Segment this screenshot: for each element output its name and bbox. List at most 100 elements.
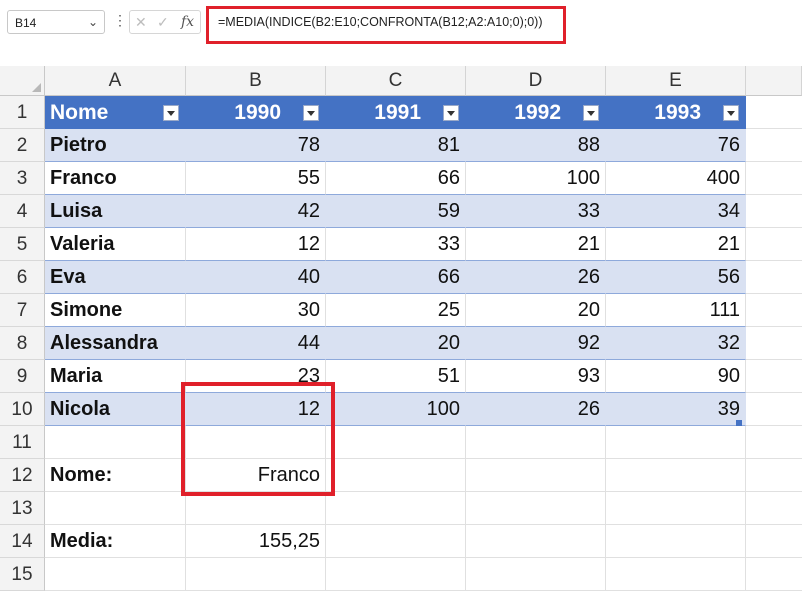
empty-cell[interactable] bbox=[45, 558, 186, 591]
worksheet-grid[interactable]: A B C D E 1 2 3 4 5 6 7 8 9 10 11 12 13 14 15 Nome 1990 1991 19… bbox=[0, 66, 802, 591]
empty-cell[interactable] bbox=[326, 459, 466, 492]
empty-cell[interactable] bbox=[606, 492, 746, 525]
empty-cell[interactable] bbox=[746, 162, 802, 195]
table-cell[interactable]: 39 bbox=[606, 393, 746, 426]
empty-cell[interactable] bbox=[746, 129, 802, 162]
table-cell[interactable]: Luisa bbox=[45, 195, 186, 228]
table-cell[interactable]: 25 bbox=[326, 294, 466, 327]
empty-cell[interactable] bbox=[466, 558, 606, 591]
filter-dropdown-icon[interactable] bbox=[303, 105, 319, 121]
row-header-14[interactable]: 14 bbox=[0, 525, 45, 558]
row-header-15[interactable]: 15 bbox=[0, 558, 45, 591]
table-cell[interactable]: 20 bbox=[326, 327, 466, 360]
empty-cell[interactable] bbox=[326, 558, 466, 591]
table-cell[interactable]: Simone bbox=[45, 294, 186, 327]
table-cell[interactable]: 21 bbox=[606, 228, 746, 261]
table-cell[interactable]: Franco bbox=[45, 162, 186, 195]
empty-cell[interactable] bbox=[186, 558, 326, 591]
column-header-c[interactable]: C bbox=[326, 66, 466, 96]
empty-cell[interactable] bbox=[746, 261, 802, 294]
empty-cell[interactable] bbox=[45, 492, 186, 525]
table-cell[interactable]: Nicola bbox=[45, 393, 186, 426]
table-cell[interactable]: 51 bbox=[326, 360, 466, 393]
formula-input[interactable]: =MEDIA(INDICE(B2:E10;CONFRONTA(B12;A2:A1… bbox=[206, 6, 566, 44]
empty-cell[interactable] bbox=[746, 96, 802, 129]
row-header-13[interactable]: 13 bbox=[0, 492, 45, 525]
chevron-down-icon[interactable]: ⌄ bbox=[88, 15, 98, 29]
empty-cell[interactable] bbox=[746, 393, 802, 426]
row-header-12[interactable]: 12 bbox=[0, 459, 45, 492]
media-value-cell[interactable]: 155,25 bbox=[186, 525, 326, 558]
table-cell[interactable]: 100 bbox=[466, 162, 606, 195]
column-header-e[interactable]: E bbox=[606, 66, 746, 96]
row-header-10[interactable]: 10 bbox=[0, 393, 45, 426]
table-cell[interactable]: 32 bbox=[606, 327, 746, 360]
cancel-icon[interactable]: ✕ bbox=[135, 14, 147, 31]
empty-cell[interactable] bbox=[326, 426, 466, 459]
empty-cell[interactable] bbox=[606, 525, 746, 558]
table-cell[interactable]: 78 bbox=[186, 129, 326, 162]
empty-cell[interactable] bbox=[606, 459, 746, 492]
table-cell[interactable]: 34 bbox=[606, 195, 746, 228]
empty-cell[interactable] bbox=[746, 195, 802, 228]
column-header-a[interactable]: A bbox=[45, 66, 186, 96]
filter-dropdown-icon[interactable] bbox=[443, 105, 459, 121]
empty-cell[interactable] bbox=[466, 426, 606, 459]
table-cell[interactable]: 12 bbox=[186, 228, 326, 261]
column-header-b[interactable]: B bbox=[186, 66, 326, 96]
table-cell[interactable]: 33 bbox=[326, 228, 466, 261]
table-cell[interactable]: 100 bbox=[326, 393, 466, 426]
table-cell[interactable]: 93 bbox=[466, 360, 606, 393]
table-cell[interactable]: 40 bbox=[186, 261, 326, 294]
table-cell[interactable]: 20 bbox=[466, 294, 606, 327]
empty-cell[interactable] bbox=[466, 492, 606, 525]
table-cell[interactable]: 92 bbox=[466, 327, 606, 360]
column-header-d[interactable]: D bbox=[466, 66, 606, 96]
table-cell[interactable]: 42 bbox=[186, 195, 326, 228]
table-cell[interactable]: 26 bbox=[466, 261, 606, 294]
empty-cell[interactable] bbox=[746, 360, 802, 393]
table-cell[interactable]: 55 bbox=[186, 162, 326, 195]
empty-cell[interactable] bbox=[746, 459, 802, 492]
row-header-7[interactable]: 7 bbox=[0, 294, 45, 327]
table-cell[interactable]: 88 bbox=[466, 129, 606, 162]
table-cell[interactable]: 33 bbox=[466, 195, 606, 228]
empty-cell[interactable] bbox=[466, 525, 606, 558]
table-cell[interactable]: 76 bbox=[606, 129, 746, 162]
table-cell[interactable]: Eva bbox=[45, 261, 186, 294]
empty-cell[interactable] bbox=[326, 525, 466, 558]
row-header-5[interactable]: 5 bbox=[0, 228, 45, 261]
table-cell[interactable]: 400 bbox=[606, 162, 746, 195]
select-all-corner[interactable] bbox=[0, 66, 45, 96]
filter-dropdown-icon[interactable] bbox=[163, 105, 179, 121]
empty-cell[interactable] bbox=[45, 426, 186, 459]
table-cell[interactable]: 59 bbox=[326, 195, 466, 228]
table-cell[interactable]: Alessandra bbox=[45, 327, 186, 360]
empty-cell[interactable] bbox=[746, 525, 802, 558]
empty-cell[interactable] bbox=[326, 492, 466, 525]
table-cell[interactable]: 66 bbox=[326, 162, 466, 195]
filter-dropdown-icon[interactable] bbox=[583, 105, 599, 121]
empty-cell[interactable] bbox=[746, 426, 802, 459]
table-cell[interactable]: 30 bbox=[186, 294, 326, 327]
table-cell[interactable]: 111 bbox=[606, 294, 746, 327]
table-cell[interactable]: 44 bbox=[186, 327, 326, 360]
empty-cell[interactable] bbox=[746, 294, 802, 327]
empty-cell[interactable] bbox=[746, 228, 802, 261]
row-header-1[interactable]: 1 bbox=[0, 96, 45, 129]
row-header-9[interactable]: 9 bbox=[0, 360, 45, 393]
table-cell[interactable]: Pietro bbox=[45, 129, 186, 162]
row-header-3[interactable]: 3 bbox=[0, 162, 45, 195]
table-cell[interactable]: 56 bbox=[606, 261, 746, 294]
table-cell[interactable]: 26 bbox=[466, 393, 606, 426]
table-cell[interactable]: 90 bbox=[606, 360, 746, 393]
empty-cell[interactable] bbox=[186, 492, 326, 525]
confirm-icon[interactable]: ✓ bbox=[157, 14, 169, 31]
empty-cell[interactable] bbox=[746, 492, 802, 525]
row-header-2[interactable]: 2 bbox=[0, 129, 45, 162]
name-box[interactable]: B14 ⌄ bbox=[7, 10, 105, 34]
row-header-8[interactable]: 8 bbox=[0, 327, 45, 360]
empty-cell[interactable] bbox=[606, 558, 746, 591]
row-header-4[interactable]: 4 bbox=[0, 195, 45, 228]
empty-cell[interactable] bbox=[466, 459, 606, 492]
